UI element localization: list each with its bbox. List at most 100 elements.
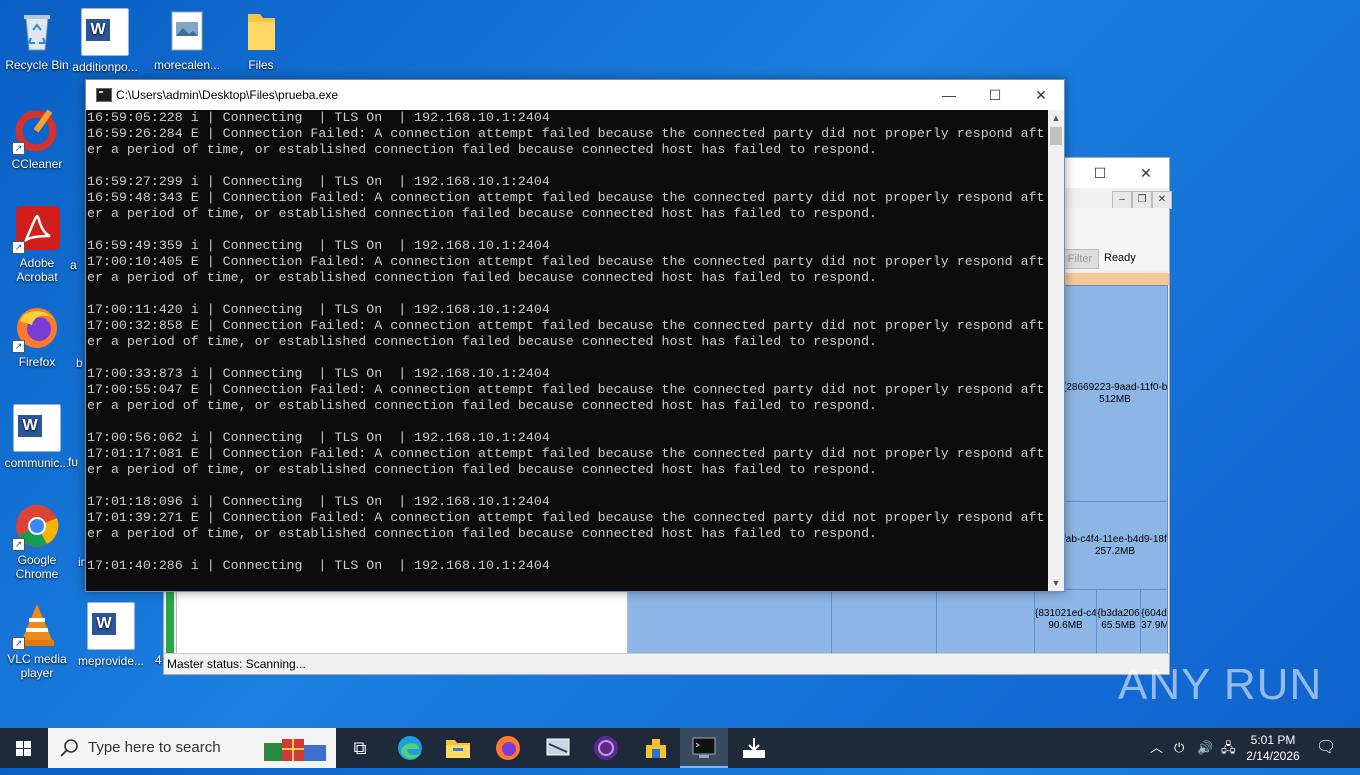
treemap-block[interactable]: {831021ed-c4f 90.6MB	[1034, 589, 1097, 654]
scroll-thumb[interactable]	[1050, 127, 1062, 145]
mdi-restore-button[interactable]: ❐	[1132, 191, 1152, 209]
console-line: 17:01:17:081 E | Connection Failed: A co…	[87, 446, 1045, 461]
treemap-block[interactable]	[626, 589, 832, 654]
desktop-icon-meprovide[interactable]: W meprovide...	[74, 602, 148, 668]
taskbar-clock[interactable]: 5:01 PM 2/14/2026	[1240, 732, 1306, 764]
desktop-icon-additionpo[interactable]: W additionpo...	[68, 8, 142, 74]
desktop-icon-label: meprovide...	[77, 654, 145, 668]
treemap-block-size: 257.2MB	[1094, 546, 1136, 557]
tray-network[interactable]: 🖧	[1221, 728, 1239, 768]
console-line: 17:00:56:062 i | Connecting | TLS On | 1…	[87, 430, 550, 445]
console-line: 17:01:39:271 E | Connection Failed: A co…	[87, 510, 1045, 525]
console-line: 16:59:05:228 i | Connecting | TLS On | 1…	[87, 110, 550, 125]
scroll-down-icon[interactable]: ▼	[1048, 575, 1064, 591]
maximize-button[interactable]: ☐	[1077, 158, 1123, 188]
console-line: 16:59:48:343 E | Connection Failed: A co…	[87, 190, 1045, 205]
console-scrollbar[interactable]: ▲ ▼	[1048, 110, 1064, 591]
filter-button[interactable]: Filter	[1061, 249, 1099, 269]
ccleaner-icon: ↗	[12, 107, 60, 155]
console-line: 17:01:18:096 i | Connecting | TLS On | 1…	[87, 494, 550, 509]
tor-icon	[594, 736, 618, 760]
edge-icon	[398, 736, 422, 760]
desktop-icon-communic[interactable]: W communic...	[0, 404, 74, 470]
tray-network-activity[interactable]: ⏻	[1174, 728, 1192, 768]
acrobat-icon: ↗	[12, 206, 60, 254]
console-line: 16:59:27:299 i | Connecting | TLS On | 1…	[87, 174, 550, 189]
console-titlebar[interactable]: C:\Users\admin\Desktop\Files\prueba.exe …	[86, 80, 1064, 110]
desktop-icon-adobe-acrobat[interactable]: ↗ Adobe Acrobat	[0, 206, 74, 284]
desktop-icon-label: Firefox	[18, 355, 56, 369]
desktop-icon-files[interactable]: Files	[224, 8, 298, 72]
treemap-block-size: 37.9M	[1141, 620, 1168, 631]
console-line: er a period of time, or established conn…	[87, 398, 877, 413]
treemap-block[interactable]: {604d 37.9M	[1140, 589, 1168, 654]
taskbar-puzzle[interactable]	[632, 728, 680, 768]
treemap-block[interactable]: {b3da206 65.5MB	[1096, 589, 1141, 654]
mdi-minimize-button[interactable]: –	[1112, 191, 1132, 209]
treemap-block-size: 65.5MB	[1101, 620, 1136, 631]
console-window[interactable]: C:\Users\admin\Desktop\Files\prueba.exe …	[85, 79, 1065, 592]
treemap-block-size: 512MB	[1099, 394, 1131, 405]
desktop-icon-morecalen[interactable]: morecalen...	[150, 8, 224, 72]
treemap-block[interactable]	[936, 589, 1035, 654]
word-document-icon: W	[87, 602, 135, 650]
console-output[interactable]: 16:59:05:228 i | Connecting | TLS On | 1…	[86, 110, 1048, 591]
tray-volume[interactable]: 🔊	[1197, 728, 1215, 768]
close-button[interactable]: ✕	[1018, 80, 1064, 110]
treemap-block-label: {604d	[1141, 608, 1167, 619]
console-line: er a period of time, or established conn…	[87, 526, 877, 541]
taskbar-search-box[interactable]: Type here to search	[48, 728, 336, 768]
console-line: er a period of time, or established conn…	[87, 142, 877, 157]
app-icon	[546, 738, 570, 756]
console-app-icon	[96, 88, 112, 102]
treemap-block-label: {831021ed-c4f	[1035, 608, 1097, 619]
treemap-block-label: fab-c4f4-11ee-b4d9-18f7	[1063, 534, 1168, 545]
vlc-icon: ↗	[12, 602, 60, 650]
taskbar-app[interactable]	[534, 728, 582, 768]
desktop-icon-firefox[interactable]: ↗ Firefox	[0, 305, 74, 369]
scroll-up-icon[interactable]: ▲	[1048, 110, 1064, 126]
progress-indicator	[166, 591, 174, 653]
action-center-button[interactable]: 🗨	[1316, 728, 1340, 768]
taskbar-firefox[interactable]	[484, 728, 532, 768]
desktop-icon-label: morecalen...	[153, 58, 221, 72]
clock-time: 5:01 PM	[1250, 733, 1296, 747]
close-button[interactable]: ✕	[1123, 158, 1169, 188]
chrome-icon: ↗	[12, 503, 60, 551]
mdi-close-button[interactable]: ✕	[1152, 191, 1172, 209]
taskbar-installer[interactable]	[730, 728, 778, 768]
desktop-icon-recycle-bin[interactable]: Recycle Bin	[0, 8, 74, 72]
firefox-icon: ↗	[12, 305, 60, 353]
desktop-icon-ccleaner[interactable]: ↗ CCleaner	[0, 107, 74, 171]
console-line: 17:00:32:858 E | Connection Failed: A co…	[87, 318, 1045, 333]
show-hidden-icons-button[interactable]: ︿	[1150, 728, 1168, 768]
desktop-icon-vlc[interactable]: ↗ VLC media player	[0, 602, 74, 680]
desktop-icon-label: Adobe Acrobat	[16, 256, 58, 284]
console-line: 17:00:10:405 E | Connection Failed: A co…	[87, 254, 1045, 269]
taskbar-file-explorer[interactable]	[434, 728, 482, 768]
desktop-icon-label: communic...	[4, 456, 70, 470]
taskbar-tor[interactable]	[582, 728, 630, 768]
desktop-icon-google-chrome[interactable]: ↗ Google Chrome	[0, 503, 74, 581]
console-line: 17:00:55:047 E | Connection Failed: A co…	[87, 382, 1045, 397]
taskbar: Type here to search ⧉ ︿ ⏻ 🔊 🖧 5:01 PM 2/…	[0, 728, 1360, 768]
desktop-icon-label: Files	[248, 58, 274, 72]
clock-date: 2/14/2026	[1246, 749, 1300, 763]
start-button[interactable]	[0, 728, 48, 768]
treemap-block[interactable]	[831, 589, 937, 654]
taskbar-console[interactable]	[680, 728, 728, 768]
console-line: er a period of time, or established conn…	[87, 462, 877, 477]
task-view-button[interactable]: ⧉	[336, 728, 384, 768]
minimize-button[interactable]: —	[926, 80, 972, 110]
maximize-button[interactable]: ☐	[972, 80, 1018, 110]
taskbar-edge[interactable]	[386, 728, 434, 768]
file-list-pane[interactable]	[176, 591, 628, 655]
ready-label: Ready	[1104, 252, 1136, 264]
